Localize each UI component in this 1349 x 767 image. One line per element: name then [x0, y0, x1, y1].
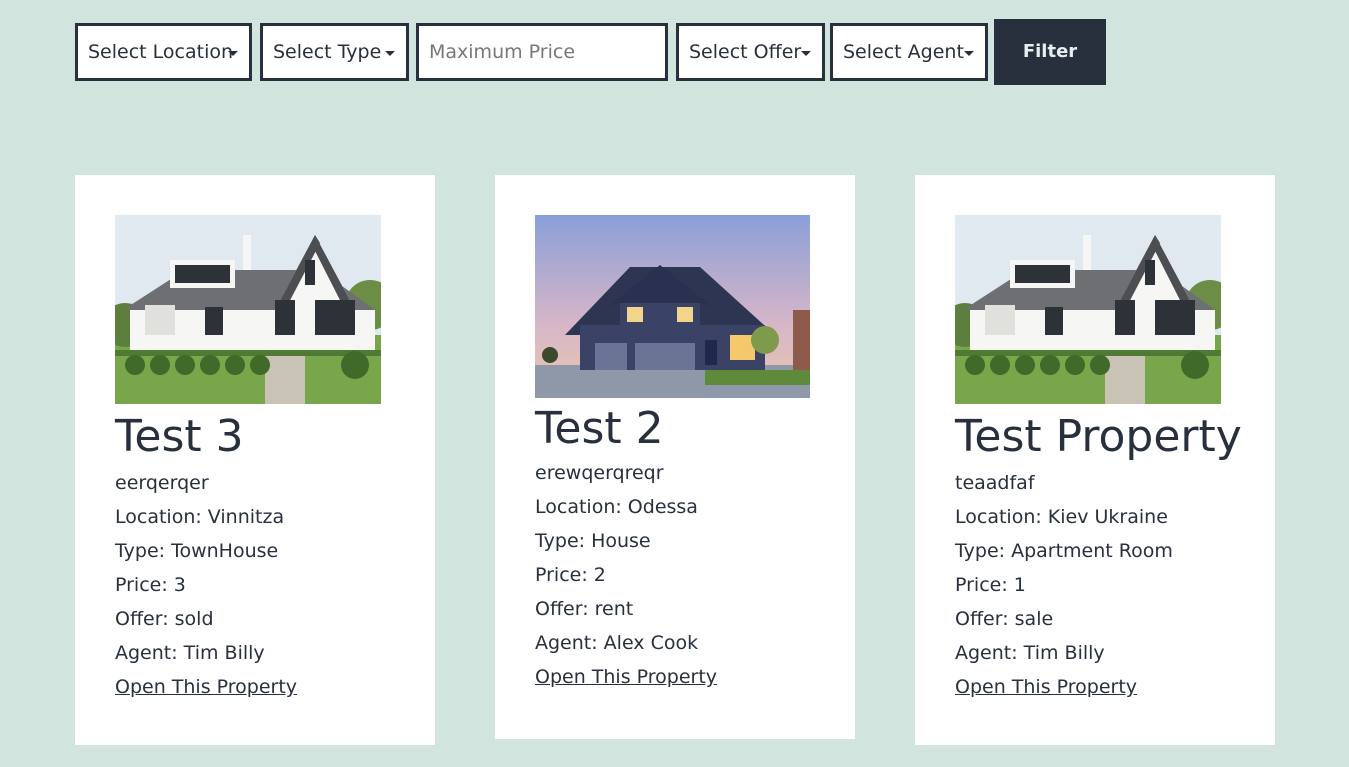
type-select-label: Select Type: [273, 41, 382, 63]
property-price: Price: 1: [955, 574, 1026, 597]
property-agent: Agent: Alex Cook: [535, 632, 699, 655]
property-price: Price: 2: [535, 564, 606, 587]
offer-select[interactable]: Select Offer: [676, 23, 825, 81]
property-price: Price: 3: [115, 574, 186, 597]
open-property-link[interactable]: Open This Property: [115, 670, 297, 704]
property-title: Test 3: [115, 411, 244, 462]
offer-select-label: Select Offer: [689, 41, 802, 63]
open-property-link[interactable]: Open This Property: [955, 670, 1137, 704]
filter-button[interactable]: Filter: [994, 19, 1106, 85]
property-description: erewqerqreqr: [535, 462, 664, 485]
location-select[interactable]: Select Location: [75, 23, 252, 81]
open-property-link[interactable]: Open This Property: [535, 660, 717, 694]
chevron-down-icon: [964, 51, 974, 56]
property-agent: Agent: Tim Billy: [115, 642, 265, 665]
property-image: [535, 215, 810, 398]
property-title: Test Property: [955, 411, 1242, 462]
property-description: eerqerqer: [115, 472, 209, 495]
max-price-input[interactable]: [416, 23, 668, 81]
property-card: Test 3 eerqerqer Location: Vinnitza Type…: [75, 175, 435, 745]
agent-select[interactable]: Select Agent: [830, 23, 988, 81]
property-type: Type: Apartment Room: [955, 540, 1173, 563]
chevron-down-icon: [801, 51, 811, 56]
property-offer: Offer: sold: [115, 608, 214, 631]
property-type: Type: TownHouse: [115, 540, 279, 563]
chevron-down-icon: [228, 51, 238, 56]
property-description: teaadfaf: [955, 472, 1035, 495]
property-location: Location: Kiev Ukraine: [955, 506, 1168, 529]
property-offer: Offer: sale: [955, 608, 1054, 631]
property-image: [955, 215, 1221, 404]
property-card: Test Property teaadfaf Location: Kiev Uk…: [915, 175, 1275, 745]
property-card: Test 2 erewqerqreqr Location: Odessa Typ…: [495, 175, 855, 739]
type-select[interactable]: Select Type: [260, 23, 409, 81]
property-agent: Agent: Tim Billy: [955, 642, 1105, 665]
property-title: Test 2: [535, 403, 664, 454]
property-location: Location: Vinnitza: [115, 506, 285, 529]
property-location: Location: Odessa: [535, 496, 698, 519]
location-select-label: Select Location: [88, 41, 234, 63]
property-image: [115, 215, 381, 404]
property-type: Type: House: [535, 530, 651, 553]
agent-select-label: Select Agent: [843, 41, 964, 63]
property-offer: Offer: rent: [535, 598, 634, 621]
chevron-down-icon: [385, 51, 395, 56]
